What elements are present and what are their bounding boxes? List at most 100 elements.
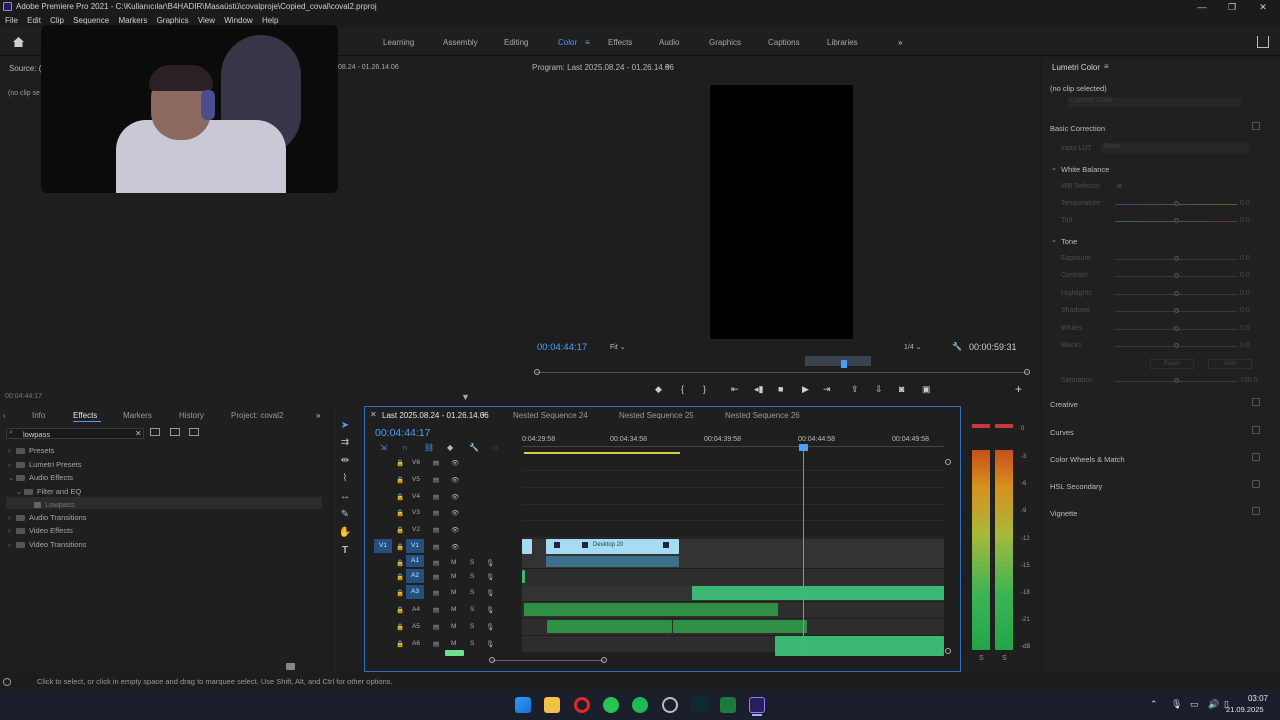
audio-clip-a3[interactable] <box>692 586 944 600</box>
menu-file[interactable]: File <box>5 16 18 25</box>
temperature-knob[interactable] <box>1174 201 1179 206</box>
tree-item-video-effects[interactable]: › Video Effects <box>8 526 73 535</box>
scroll-top-handle[interactable] <box>945 459 951 465</box>
curves-checkbox[interactable] <box>1252 426 1260 434</box>
accelerated-effects-icon[interactable] <box>150 428 160 436</box>
workspace-audio[interactable]: Audio <box>659 38 679 47</box>
tree-presets-arrow-icon[interactable]: › <box>8 446 16 455</box>
workspace-libraries[interactable]: Libraries <box>827 38 858 47</box>
menu-markers[interactable]: Markers <box>118 16 147 25</box>
track-lane-v6[interactable] <box>522 455 944 471</box>
timeline-settings-icon[interactable]: 🔧 <box>469 443 479 452</box>
export-frame-icon[interactable]: ◙ <box>899 384 904 394</box>
vignette-checkbox[interactable] <box>1252 507 1260 515</box>
selection-tool-icon[interactable]: ➤ <box>338 419 352 433</box>
clear-search-icon[interactable]: ✕ <box>135 429 142 438</box>
tab-effects[interactable]: Effects <box>73 411 97 420</box>
auto-button[interactable]: Auto <box>1208 359 1252 369</box>
fit-dropdown[interactable]: Fit ⌄ <box>610 343 648 351</box>
whatsapp-icon[interactable] <box>603 697 619 713</box>
eye-icon[interactable]: 👁 <box>451 459 459 467</box>
workspace-editing[interactable]: Editing <box>504 38 528 47</box>
workspace-graphics[interactable]: Graphics <box>709 38 741 47</box>
highlights-value[interactable]: 0.0 <box>1240 290 1250 297</box>
lock-icon[interactable]: 🔒 <box>396 509 404 517</box>
windows-start-icon[interactable] <box>515 697 531 713</box>
lock-icon[interactable]: 🔒 <box>396 476 404 484</box>
tree-filter-eq-arrow-icon[interactable]: ⌄ <box>16 487 24 496</box>
basic-correction-checkbox[interactable] <box>1252 122 1260 130</box>
program-playhead[interactable] <box>841 360 847 368</box>
network-icon[interactable]: ▭ <box>1190 699 1199 710</box>
input-lut-dropdown[interactable]: None <box>1101 143 1249 153</box>
timeline-zoom-bar[interactable] <box>492 660 604 661</box>
sync-lock-icon[interactable]: ▤ <box>433 493 439 501</box>
lock-icon[interactable]: 🔒 <box>396 640 404 648</box>
stop-icon[interactable]: ■ <box>778 384 783 394</box>
track-target-a2[interactable]: A2 <box>406 569 424 583</box>
sync-lock-icon[interactable]: ▤ <box>433 573 439 581</box>
lock-icon[interactable]: 🔒 <box>396 623 404 631</box>
sync-lock-icon[interactable]: ▤ <box>433 476 439 484</box>
timeline-tab-menu-icon[interactable]: ≡ <box>481 410 486 419</box>
eyedropper-icon[interactable]: ⌀ <box>1117 181 1122 190</box>
volume-icon[interactable]: 🔊 <box>1208 699 1219 710</box>
tab-project[interactable]: Project: coval2 <box>231 411 283 420</box>
lumetri-fx-dropdown[interactable]: Lumetri Color <box>1067 97 1241 107</box>
track-target-a3[interactable]: A3 <box>406 585 424 599</box>
audio-clip-a5-left[interactable] <box>547 620 672 633</box>
timeline-tab-nested-24[interactable]: Nested Sequence 24 <box>513 411 588 420</box>
menu-sequence[interactable]: Sequence <box>73 16 109 25</box>
menu-clip[interactable]: Clip <box>50 16 64 25</box>
file-explorer-icon[interactable] <box>544 697 560 713</box>
reset-button[interactable]: Reset <box>1150 359 1194 369</box>
lock-icon[interactable]: 🔒 <box>396 526 404 534</box>
workspace-effects[interactable]: Effects <box>608 38 632 47</box>
maximize-button[interactable]: ❐ <box>1217 0 1247 14</box>
lock-icon[interactable]: 🔒 <box>396 573 404 581</box>
track-lane-a2[interactable] <box>522 569 944 585</box>
mic-icon[interactable]: 🎙 <box>486 559 494 567</box>
audio-clip-a1[interactable] <box>546 556 679 567</box>
exposure-value[interactable]: 0.0 <box>1240 255 1250 262</box>
audio-clip-a4[interactable] <box>524 603 778 616</box>
exposure-knob[interactable] <box>1174 256 1179 261</box>
minimize-button[interactable]: — <box>1187 0 1217 14</box>
clock-time[interactable]: 03:07 <box>1246 694 1268 703</box>
workspace-captions[interactable]: Captions <box>768 38 800 47</box>
tone-header[interactable]: Tone <box>1061 237 1077 246</box>
timeline-tab-nested-25[interactable]: Nested Sequence 25 <box>619 411 694 420</box>
timeline-close-icon[interactable]: ✕ <box>370 410 377 419</box>
menu-view[interactable]: View <box>198 16 215 25</box>
blacks-value[interactable]: 0.0 <box>1240 342 1250 349</box>
meter-solo-right[interactable]: S <box>1002 655 1007 662</box>
slip-tool-icon[interactable]: ↔ <box>338 490 352 504</box>
tab-info[interactable]: Info <box>32 411 45 420</box>
share-icon[interactable] <box>1257 36 1269 48</box>
sync-lock-icon[interactable]: ▤ <box>433 526 439 534</box>
chatgpt-icon[interactable] <box>662 697 678 713</box>
effects-search-field[interactable]: ⌕ lowpass ✕ <box>6 428 144 439</box>
tab-markers[interactable]: Markers <box>123 411 152 420</box>
resolution-dropdown[interactable]: 1/4 ⌄ <box>904 343 942 351</box>
new-bin-icon[interactable] <box>286 663 295 670</box>
lumetri-menu-icon[interactable]: ≡ <box>1104 62 1109 71</box>
tree-video-trans-arrow-icon[interactable]: › <box>8 540 16 549</box>
hand-tool-icon[interactable]: ✋ <box>338 526 352 540</box>
workspace-learning[interactable]: Learning <box>383 38 414 47</box>
sync-lock-icon[interactable]: ▤ <box>433 623 439 631</box>
eye-icon[interactable]: 👁 <box>451 493 459 501</box>
panel-tab-left-arrow-icon[interactable]: ‹ <box>3 411 6 420</box>
ripple-edit-tool-icon[interactable]: ⇹ <box>338 454 352 468</box>
mic-icon[interactable]: 🎙 <box>486 589 494 597</box>
program-menu-icon[interactable]: ≡ <box>665 62 670 71</box>
step-back-icon[interactable]: ◂▮ <box>754 384 763 395</box>
audio-clip-a6[interactable] <box>775 636 944 656</box>
timeline-tab-active[interactable]: Last 2025.08.24 - 01.26.14.06 <box>382 411 489 420</box>
solo-button[interactable]: S <box>470 640 474 647</box>
track-lane-v5[interactable] <box>522 472 944 488</box>
terminal-icon[interactable] <box>691 697 707 713</box>
mute-button[interactable]: M <box>451 573 456 580</box>
contrast-value[interactable]: 0.0 <box>1240 272 1250 279</box>
type-tool-icon[interactable]: T <box>338 544 352 558</box>
